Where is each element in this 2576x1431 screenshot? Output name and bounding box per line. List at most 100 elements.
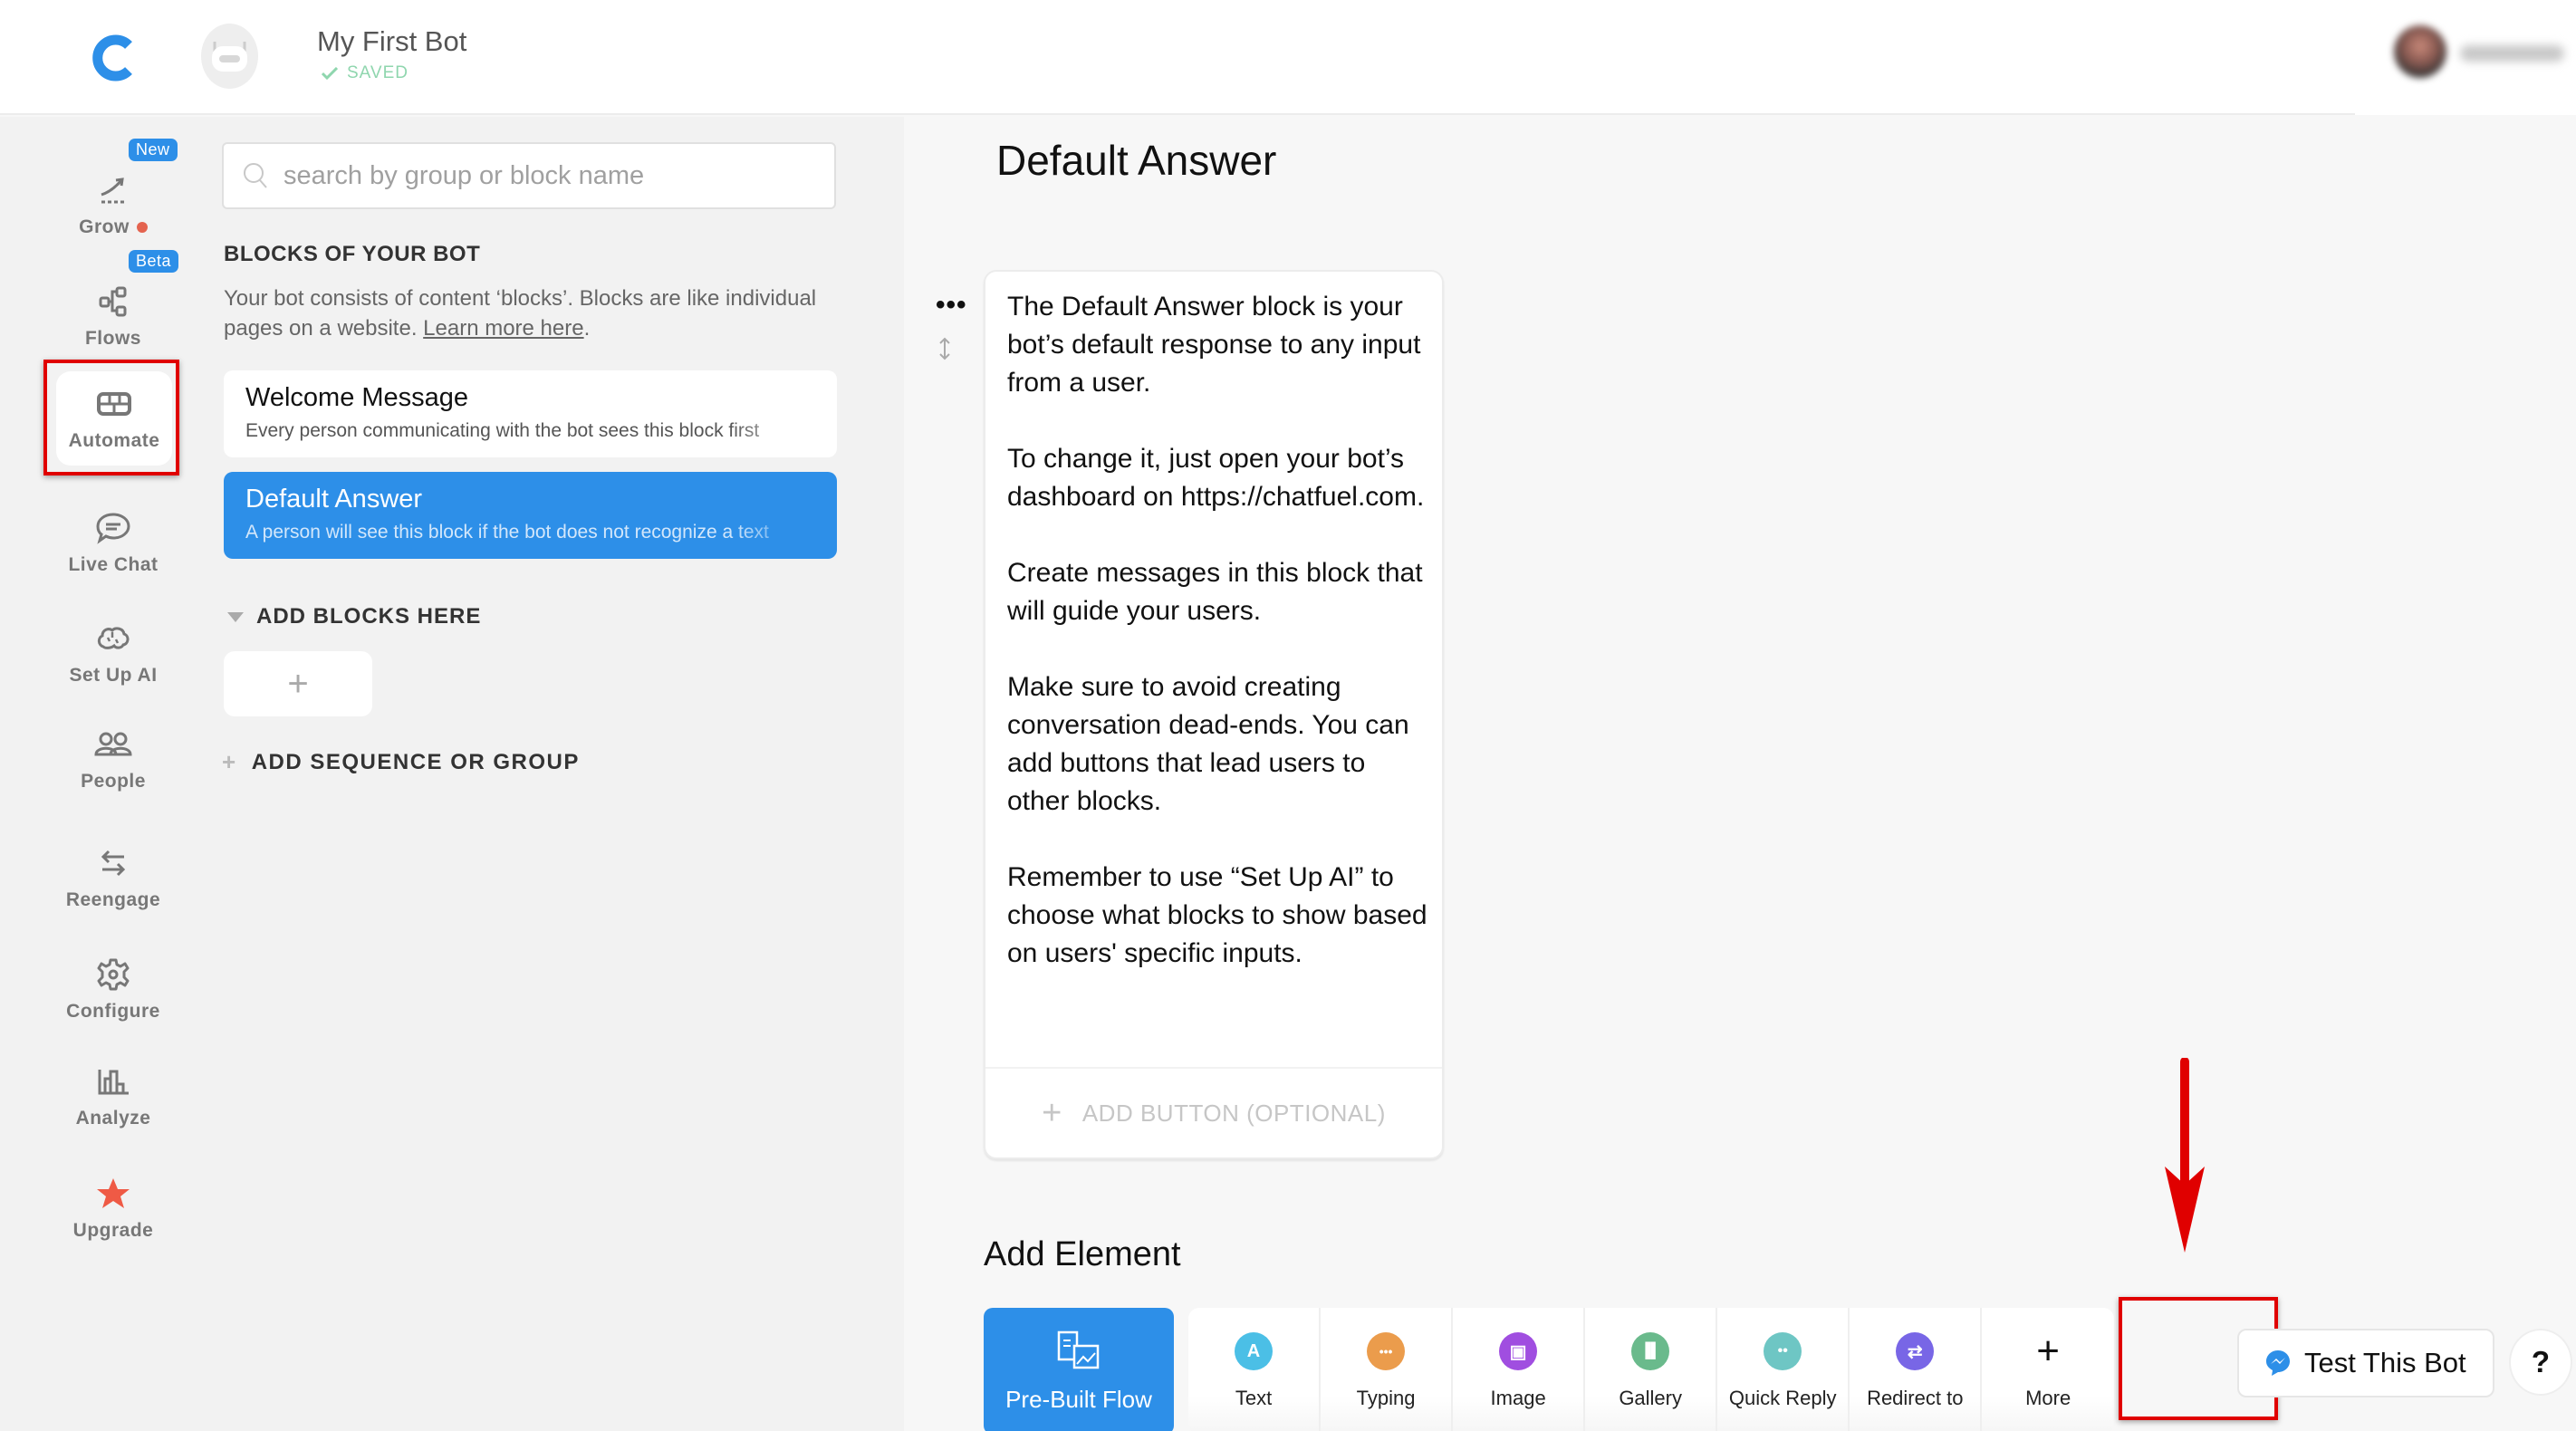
search-input[interactable] — [284, 160, 791, 191]
block-search[interactable] — [222, 142, 836, 209]
text-icon: A — [1235, 1332, 1274, 1370]
new-badge: New — [129, 139, 178, 161]
add-element-heading: Add Element — [984, 1235, 1181, 1273]
tool-label: Typing — [1356, 1387, 1416, 1409]
plus-icon: + — [1042, 1093, 1062, 1132]
block-welcome-message[interactable]: Welcome Message Every person communicati… — [224, 370, 837, 457]
add-image-button[interactable]: ▣ Image — [1453, 1308, 1586, 1431]
sidebar-item-people[interactable]: People — [0, 725, 226, 792]
tool-label: More — [2025, 1387, 2071, 1409]
block-subtitle: A person will see this block if the bot … — [245, 522, 769, 543]
tool-label: Quick Reply — [1728, 1387, 1837, 1409]
people-icon — [94, 732, 132, 756]
text-card: The Default Answer block is your bot’s d… — [984, 270, 1444, 1159]
block-default-answer[interactable]: Default Answer A person will see this bl… — [224, 472, 837, 559]
user-menu[interactable] — [2355, 0, 2576, 115]
bar-chart-icon — [98, 1070, 129, 1095]
block-title: Welcome Message — [245, 383, 469, 412]
notification-dot — [136, 222, 148, 234]
sidebar-item-label: Reengage — [65, 889, 161, 910]
collapse-triangle-icon[interactable] — [227, 611, 244, 622]
pre-built-flow-icon — [1057, 1330, 1100, 1369]
blocks-section-title: BLOCKS OF YOUR BOT — [224, 242, 481, 266]
blocks-description: Your bot consists of content ‘blocks’. B… — [224, 283, 822, 343]
add-redirect-button[interactable]: ⇄ Redirect to — [1850, 1308, 1983, 1431]
gear-icon — [97, 958, 130, 991]
tool-label: Image — [1490, 1387, 1546, 1409]
sidebar-item-grow[interactable]: Grow New — [0, 139, 226, 238]
bricks-icon — [97, 392, 131, 416]
sidebar-item-automate[interactable]: Automate — [56, 371, 172, 466]
add-quick-reply-button[interactable]: •• Quick Reply — [1717, 1308, 1850, 1431]
sidebar-item-set-up-ai[interactable]: Set Up AI — [0, 619, 226, 687]
pre-built-flow-label: Pre-Built Flow — [1005, 1385, 1152, 1413]
chatfuel-logo-icon[interactable] — [89, 33, 139, 83]
sidebar-item-live-chat[interactable]: Live Chat — [0, 509, 226, 576]
add-sequence-label: ADD SEQUENCE OR GROUP — [251, 749, 580, 774]
add-typing-button[interactable]: ••• Typing — [1321, 1308, 1454, 1431]
sidebar-item-label: Live Chat — [68, 554, 159, 575]
plus-icon: + — [2036, 1329, 2060, 1373]
blocks-panel: BLOCKS OF YOUR BOT Your bot consists of … — [204, 117, 904, 1431]
learn-more-link[interactable]: Learn more here — [423, 316, 583, 341]
search-icon — [244, 163, 267, 188]
sidebar-item-configure[interactable]: Configure — [0, 956, 226, 1023]
robot-icon — [212, 42, 247, 72]
more-elements-button[interactable]: + More — [1982, 1308, 2114, 1431]
sidebar-item-label: Upgrade — [72, 1220, 154, 1241]
tool-label: Gallery — [1619, 1387, 1682, 1409]
sidebar-item-analyze[interactable]: Analyze — [0, 1062, 226, 1129]
tool-label: Text — [1235, 1387, 1273, 1409]
block-title: Default Answer — [245, 485, 423, 514]
check-icon — [322, 67, 338, 80]
bot-name[interactable]: My First Bot — [317, 25, 466, 58]
add-sequence-or-group-button[interactable]: + ADD SEQUENCE OR GROUP — [222, 748, 580, 776]
flow-nodes-icon — [99, 286, 127, 317]
pre-built-flow-button[interactable]: Pre-Built Flow — [984, 1308, 1174, 1431]
sidebar-item-label: Set Up AI — [69, 665, 158, 686]
save-status-text: SAVED — [347, 63, 409, 82]
group-header-add-blocks[interactable]: ADD BLOCKS HERE — [227, 604, 481, 629]
trend-up-icon — [101, 178, 125, 204]
add-gallery-button[interactable]: ▐▌ Gallery — [1585, 1308, 1718, 1431]
sidebar-item-label: Grow — [79, 216, 130, 237]
block-subtitle: Every person communicating with the bot … — [245, 420, 760, 441]
sidebar-item-flows[interactable]: Flows Beta — [0, 250, 226, 350]
beta-badge: Beta — [129, 250, 179, 273]
add-element-toolbar: A Text ••• Typing ▣ Image ▐▌ Gallery •• … — [1188, 1308, 2114, 1431]
quick-reply-icon: •• — [1764, 1332, 1802, 1370]
text-card-content[interactable]: The Default Answer block is your bot’s d… — [1007, 288, 1433, 973]
image-icon: ▣ — [1499, 1332, 1538, 1370]
sidebar-item-label: Automate — [68, 430, 160, 451]
add-block-button[interactable]: + — [224, 651, 372, 716]
add-button-optional[interactable]: + ADD BUTTON (OPTIONAL) — [985, 1067, 1442, 1157]
sidebar-nav: Grow New Flows Beta Automate Live Chat S… — [0, 117, 204, 1431]
card-menu-icon[interactable]: ••• — [936, 290, 967, 321]
add-button-label: ADD BUTTON (OPTIONAL) — [1081, 1099, 1386, 1127]
user-name-blurred — [2460, 45, 2564, 62]
plus-icon: + — [222, 748, 237, 775]
description-end: . — [583, 316, 591, 341]
redirect-icon: ⇄ — [1896, 1332, 1935, 1370]
bot-avatar[interactable] — [201, 24, 258, 89]
user-avatar[interactable] — [2394, 25, 2446, 78]
sidebar-item-label: Configure — [66, 1001, 160, 1022]
sidebar-item-reengage[interactable]: Reengage — [0, 844, 226, 911]
test-bot-label: Test This Bot — [2304, 1347, 2466, 1378]
gallery-icon: ▐▌ — [1631, 1332, 1670, 1370]
annotation-arrow-icon — [2165, 1058, 2205, 1253]
block-title-heading[interactable]: Default Answer — [996, 136, 1276, 185]
drag-reorder-icon[interactable] — [937, 337, 953, 360]
tool-label: Redirect to — [1867, 1387, 1964, 1409]
top-header: My First Bot SAVED — [0, 0, 2355, 115]
app-root: My First Bot SAVED Grow New Flows Beta A… — [0, 0, 2576, 1431]
messenger-icon — [2266, 1350, 2290, 1376]
chat-bubble-icon — [96, 513, 130, 544]
sidebar-item-label: Flows — [84, 328, 141, 349]
add-text-button[interactable]: A Text — [1188, 1308, 1322, 1431]
test-this-bot-button[interactable]: Test This Bot — [2237, 1329, 2494, 1397]
swap-arrows-icon — [101, 850, 126, 877]
typing-icon: ••• — [1367, 1332, 1406, 1370]
sidebar-item-upgrade[interactable]: Upgrade — [0, 1175, 226, 1242]
help-button[interactable]: ? — [2509, 1329, 2572, 1396]
